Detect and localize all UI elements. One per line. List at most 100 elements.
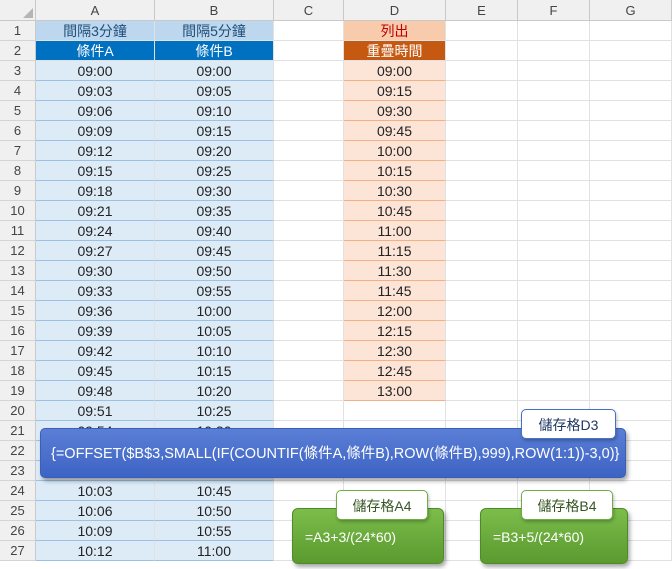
- cell-a17[interactable]: 09:42: [36, 341, 155, 361]
- row-header-16[interactable]: 16: [0, 321, 36, 341]
- cell-f7[interactable]: [518, 141, 590, 161]
- cell-c16[interactable]: [274, 321, 344, 341]
- cell-e10[interactable]: [446, 201, 518, 221]
- cell-e20[interactable]: [446, 401, 518, 421]
- cell-b18[interactable]: 10:15: [155, 361, 274, 381]
- cell-d4[interactable]: 09:15: [344, 81, 446, 101]
- cell-c1[interactable]: [274, 21, 344, 41]
- cell-c2[interactable]: [274, 41, 344, 61]
- cell-b14[interactable]: 09:55: [155, 281, 274, 301]
- cell-f6[interactable]: [518, 121, 590, 141]
- cell-d14[interactable]: 11:45: [344, 281, 446, 301]
- cell-a14[interactable]: 09:33: [36, 281, 155, 301]
- cell-g12[interactable]: [590, 241, 672, 261]
- cell-g11[interactable]: [590, 221, 672, 241]
- cell-a13[interactable]: 09:30: [36, 261, 155, 281]
- cell-b7[interactable]: 09:20: [155, 141, 274, 161]
- cell-f13[interactable]: [518, 261, 590, 281]
- cell-e9[interactable]: [446, 181, 518, 201]
- cell-a25[interactable]: 10:06: [36, 501, 155, 521]
- cell-c5[interactable]: [274, 101, 344, 121]
- cell-d2[interactable]: 重疊時間: [344, 41, 446, 61]
- cell-b9[interactable]: 09:30: [155, 181, 274, 201]
- cell-g14[interactable]: [590, 281, 672, 301]
- cell-e1[interactable]: [446, 21, 518, 41]
- cell-c24[interactable]: [274, 481, 344, 501]
- cell-g4[interactable]: [590, 81, 672, 101]
- row-header-22[interactable]: 22: [0, 441, 36, 461]
- cell-b4[interactable]: 09:05: [155, 81, 274, 101]
- cell-a7[interactable]: 09:12: [36, 141, 155, 161]
- cell-d16[interactable]: 12:15: [344, 321, 446, 341]
- cell-f11[interactable]: [518, 221, 590, 241]
- cell-d8[interactable]: 10:15: [344, 161, 446, 181]
- row-header-11[interactable]: 11: [0, 221, 36, 241]
- cell-g18[interactable]: [590, 361, 672, 381]
- cell-f12[interactable]: [518, 241, 590, 261]
- cell-b10[interactable]: 09:35: [155, 201, 274, 221]
- cell-d18[interactable]: 12:45: [344, 361, 446, 381]
- column-header-d[interactable]: D: [344, 0, 446, 21]
- cell-d17[interactable]: 12:30: [344, 341, 446, 361]
- cell-b24[interactable]: 10:45: [155, 481, 274, 501]
- row-header-5[interactable]: 5: [0, 101, 36, 121]
- cell-f16[interactable]: [518, 321, 590, 341]
- row-header-20[interactable]: 20: [0, 401, 36, 421]
- cell-d7[interactable]: 10:00: [344, 141, 446, 161]
- cell-b19[interactable]: 10:20: [155, 381, 274, 401]
- cell-a27[interactable]: 10:12: [36, 541, 155, 561]
- cell-d6[interactable]: 09:45: [344, 121, 446, 141]
- cell-a5[interactable]: 09:06: [36, 101, 155, 121]
- column-header-c[interactable]: C: [274, 0, 344, 21]
- cell-e11[interactable]: [446, 221, 518, 241]
- cell-e3[interactable]: [446, 61, 518, 81]
- cell-f3[interactable]: [518, 61, 590, 81]
- cell-f14[interactable]: [518, 281, 590, 301]
- cell-c15[interactable]: [274, 301, 344, 321]
- column-header-g[interactable]: G: [590, 0, 672, 21]
- cell-d11[interactable]: 11:00: [344, 221, 446, 241]
- cell-a10[interactable]: 09:21: [36, 201, 155, 221]
- cell-c12[interactable]: [274, 241, 344, 261]
- cell-a9[interactable]: 09:18: [36, 181, 155, 201]
- cell-c20[interactable]: [274, 401, 344, 421]
- row-header-15[interactable]: 15: [0, 301, 36, 321]
- cell-d12[interactable]: 11:15: [344, 241, 446, 261]
- cell-b1[interactable]: 間隔5分鐘: [155, 21, 274, 41]
- column-header-a[interactable]: A: [36, 0, 155, 21]
- row-header-9[interactable]: 9: [0, 181, 36, 201]
- cell-f18[interactable]: [518, 361, 590, 381]
- cell-b15[interactable]: 10:00: [155, 301, 274, 321]
- cell-b3[interactable]: 09:00: [155, 61, 274, 81]
- row-header-26[interactable]: 26: [0, 521, 36, 541]
- row-header-8[interactable]: 8: [0, 161, 36, 181]
- row-header-21[interactable]: 21: [0, 421, 36, 441]
- cell-c14[interactable]: [274, 281, 344, 301]
- cell-e14[interactable]: [446, 281, 518, 301]
- cell-c10[interactable]: [274, 201, 344, 221]
- cell-a24[interactable]: 10:03: [36, 481, 155, 501]
- row-header-14[interactable]: 14: [0, 281, 36, 301]
- cell-b17[interactable]: 10:10: [155, 341, 274, 361]
- cell-g10[interactable]: [590, 201, 672, 221]
- row-header-23[interactable]: 23: [0, 461, 36, 481]
- cell-e18[interactable]: [446, 361, 518, 381]
- cell-a2[interactable]: 條件A: [36, 41, 155, 61]
- cell-a11[interactable]: 09:24: [36, 221, 155, 241]
- row-header-4[interactable]: 4: [0, 81, 36, 101]
- row-header-25[interactable]: 25: [0, 501, 36, 521]
- cell-g1[interactable]: [590, 21, 672, 41]
- cell-f15[interactable]: [518, 301, 590, 321]
- cell-c8[interactable]: [274, 161, 344, 181]
- cell-b6[interactable]: 09:15: [155, 121, 274, 141]
- cell-g3[interactable]: [590, 61, 672, 81]
- cell-g15[interactable]: [590, 301, 672, 321]
- cell-e13[interactable]: [446, 261, 518, 281]
- row-header-13[interactable]: 13: [0, 261, 36, 281]
- cell-e19[interactable]: [446, 381, 518, 401]
- cell-e6[interactable]: [446, 121, 518, 141]
- cell-e4[interactable]: [446, 81, 518, 101]
- cell-g17[interactable]: [590, 341, 672, 361]
- column-header-f[interactable]: F: [518, 0, 590, 21]
- cell-a15[interactable]: 09:36: [36, 301, 155, 321]
